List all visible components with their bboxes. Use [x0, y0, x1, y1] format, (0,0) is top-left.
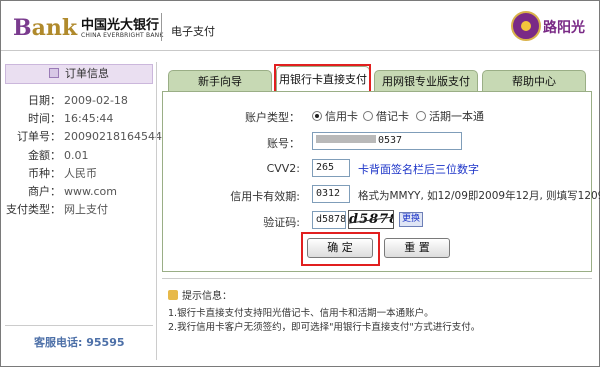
- header: Bank 中国光大银行 CHINA EVERBRIGHT BANK 电子支付 路…: [1, 1, 599, 51]
- radio-checked-icon[interactable]: [312, 111, 322, 121]
- cvv-help-link[interactable]: 卡背面签名栏后三位数字: [358, 161, 479, 177]
- expiry-label: 信用卡有效期:: [230, 190, 300, 203]
- cvv-label: CVV2:: [266, 162, 300, 175]
- tab-help-center[interactable]: 帮助中心: [482, 70, 586, 92]
- service-hotline: 客服电话: 95595: [34, 336, 125, 349]
- column-divider: [156, 62, 157, 360]
- document-icon: [49, 68, 59, 78]
- tab-beginner-guide[interactable]: 新手向导: [168, 70, 272, 92]
- expiry-input[interactable]: 0312: [312, 185, 350, 203]
- confirm-highlight-box: [301, 232, 380, 266]
- account-type-label: 账户类型：: [245, 111, 300, 124]
- radio-debit-card[interactable]: 借记卡: [363, 108, 409, 124]
- masked-digits: [316, 135, 376, 143]
- captcha-image: d5878: [348, 210, 394, 229]
- bank-name-en: CHINA EVERBRIGHT BANK: [81, 32, 164, 39]
- notice-line: 1.银行卡直接支付支持阳光借记卡、信用卡和活期一本通账户。: [168, 308, 434, 319]
- order-row-currency: 币种： 人民币: [28, 167, 97, 180]
- expiry-format-hint: 格式为MMYY, 如12/09即2009年12月, 则填写1209: [358, 190, 600, 202]
- order-sidebar: 订单信息 日期： 2009-02-18 时间： 16:45:44 订单号： 20090…: [5, 62, 162, 360]
- account-number-input[interactable]: 0537: [312, 132, 462, 150]
- partner-logo-text: 路阳光: [543, 20, 585, 36]
- captcha-label: 验证码:: [263, 216, 300, 229]
- page-title: 电子支付: [171, 25, 215, 38]
- radio-icon[interactable]: [416, 111, 426, 121]
- partner-logo: 路阳光: [511, 11, 593, 43]
- account-number-label: 账号：: [267, 137, 300, 150]
- bank-logo: Bank: [13, 15, 78, 41]
- bank-name-cn: 中国光大银行: [81, 18, 160, 33]
- tab-bar: 新手向导 用银行卡直接支付 用网银专业版支付 帮助中心: [162, 66, 592, 92]
- captcha-input[interactable]: d5878: [312, 211, 346, 229]
- radio-credit-card[interactable]: 信用卡: [312, 108, 358, 124]
- notice-section: 提示信息： 1.银行卡直接支付支持阳光借记卡、信用卡和活期一本通账户。 2.我行…: [162, 278, 592, 358]
- notice-title: 提示信息：: [168, 287, 232, 302]
- order-row-time: 时间： 16:45:44: [28, 112, 114, 125]
- order-row-amount: 金额： 0.01: [28, 149, 89, 162]
- tab-ebank-pro-pay[interactable]: 用网银专业版支付: [374, 70, 478, 92]
- radio-icon[interactable]: [363, 111, 373, 121]
- order-row-merchant: 商户： www.com: [28, 185, 117, 198]
- order-info-heading: 订单信息: [5, 64, 153, 84]
- sidebar-divider: [5, 325, 153, 326]
- order-row-number: 订单号： 20090218164544: [17, 130, 162, 143]
- sun-badge-icon: [511, 11, 541, 41]
- header-divider: [161, 13, 162, 41]
- notice-line: 2.我行信用卡客户无须签约，即可选择"用银行卡直接支付"方式进行支付。: [168, 322, 481, 333]
- reset-button[interactable]: 重 置: [384, 238, 450, 258]
- info-icon: [168, 290, 178, 300]
- order-row-payment-type: 支付类型： 网上支付: [6, 203, 108, 216]
- radio-current-account[interactable]: 活期一本通: [416, 108, 484, 124]
- captcha-refresh-button[interactable]: 更换: [399, 212, 423, 227]
- cvv-input[interactable]: 265: [312, 159, 350, 177]
- order-row-date: 日期： 2009-02-18: [28, 94, 128, 107]
